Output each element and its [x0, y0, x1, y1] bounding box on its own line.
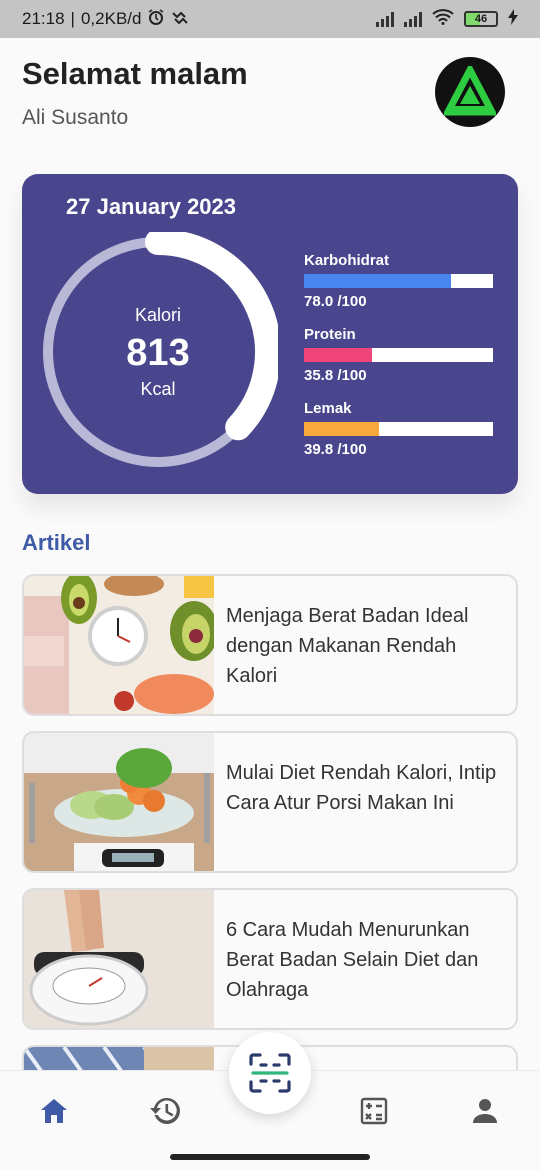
scan-food-button[interactable]: [229, 1032, 311, 1114]
vpn-icon: [171, 9, 189, 30]
article-thumbnail-weight-scale: [24, 890, 214, 1028]
article-thumbnail-food-clock: [24, 576, 214, 714]
calorie-value: 813: [126, 331, 190, 374]
macro-carbohydrate: Karbohidrat 78.0 /100: [304, 252, 494, 310]
macro-name: Lemak: [304, 400, 352, 417]
article-thumbnail-food-scale: [24, 733, 214, 871]
calculator-icon: [360, 1097, 388, 1125]
article-card[interactable]: 6 Cara Mudah Menurunkan Berat Badan Sela…: [22, 888, 518, 1030]
history-icon: [150, 1097, 180, 1124]
signal-icon: [376, 11, 394, 27]
calorie-unit: Kcal: [140, 378, 176, 399]
macro-fill: [304, 348, 372, 362]
macro-amount: 35.8 /100: [304, 367, 367, 384]
nav-home-button[interactable]: [34, 1091, 74, 1131]
articles-section-title: Artikel: [22, 530, 91, 555]
charging-icon: [508, 8, 518, 30]
article-title: 6 Cara Mudah Menurunkan Berat Badan Sela…: [226, 919, 479, 1001]
scan-icon: [249, 1053, 291, 1093]
nav-history-button[interactable]: [145, 1091, 185, 1131]
nav-profile-button[interactable]: [465, 1091, 505, 1131]
profile-icon: [473, 1099, 497, 1123]
status-time: 21:18: [22, 9, 65, 28]
user-name: Ali Susanto: [22, 106, 129, 129]
calorie-readout: Kalori 813 Kcal: [38, 232, 278, 472]
home-indicator: [170, 1154, 370, 1160]
macro-fill: [304, 422, 380, 436]
home-icon: [41, 1099, 67, 1123]
article-title: Mulai Diet Rendah Kalori, Intip Cara Atu…: [226, 762, 497, 814]
battery-icon: 46: [464, 11, 498, 27]
nav-calculator-button[interactable]: [354, 1091, 394, 1131]
macro-amount: 78.0 /100: [304, 293, 367, 310]
status-bar: 21:18 | 0,2KB/d 46: [0, 0, 540, 38]
macro-track: [304, 422, 493, 436]
macro-amount: 39.8 /100: [304, 441, 367, 458]
signal-icon: [404, 11, 422, 27]
article-title: Menjaga Berat Badan Ideal dengan Makanan…: [226, 605, 469, 687]
greeting-title: Selamat malam: [22, 56, 248, 91]
article-card[interactable]: Mulai Diet Rendah Kalori, Intip Cara Atu…: [22, 731, 518, 873]
app-logo-icon[interactable]: [435, 57, 505, 127]
macro-name: Karbohidrat: [304, 252, 390, 269]
macro-track: [304, 348, 493, 362]
calorie-label: Kalori: [134, 304, 182, 325]
macro-fat: Lemak 39.8 /100: [304, 400, 494, 458]
wifi-icon: [432, 8, 454, 30]
summary-date: 27 January 2023: [66, 194, 237, 219]
macro-protein: Protein 35.8 /100: [304, 326, 494, 384]
nutrition-summary-card: 27 January 2023 Kalori 813 Kcal Karbohid…: [22, 174, 518, 494]
alarm-icon: [147, 8, 165, 31]
macro-fill: [304, 274, 452, 288]
status-network-speed: 0,2KB/d: [80, 9, 142, 28]
article-card[interactable]: Menjaga Berat Badan Ideal dengan Makanan…: [22, 574, 518, 716]
macro-name: Protein: [304, 326, 356, 343]
macro-track: [304, 274, 493, 288]
